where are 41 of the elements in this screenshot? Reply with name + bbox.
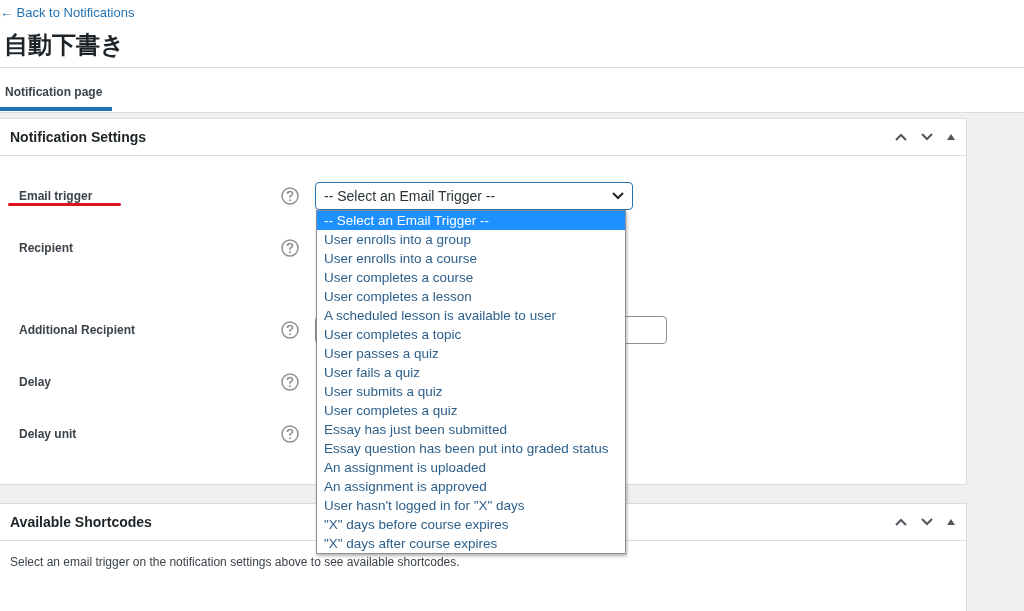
dropdown-option[interactable]: "X" days before course expires [317, 515, 625, 534]
dropdown-option[interactable]: Essay has just been submitted [317, 420, 625, 439]
dropdown-option[interactable]: User passes a quiz [317, 344, 625, 363]
help-icon[interactable] [281, 425, 299, 443]
back-link[interactable]: ← Back to Notifications [0, 0, 1024, 22]
dropdown-option[interactable]: User completes a quiz [317, 401, 625, 420]
dropdown-option[interactable]: User completes a topic [317, 325, 625, 344]
move-down-icon[interactable] [920, 132, 934, 142]
dropdown-option[interactable]: Essay question has been put into graded status [317, 439, 625, 458]
tab[interactable]: Notification page [0, 68, 113, 111]
chevron-down-icon[interactable] [612, 192, 624, 200]
move-up-icon[interactable] [894, 132, 908, 142]
select-field[interactable]: -- Select an Email Trigger -- [315, 182, 633, 210]
field-label: Recipient [19, 241, 73, 255]
help-icon[interactable] [281, 373, 299, 391]
dropdown-option[interactable]: User enrolls into a course [317, 249, 625, 268]
field-label: Additional Recipient [19, 323, 135, 337]
help-icon[interactable] [281, 239, 299, 257]
dropdown-option[interactable]: "X" days after course expires [317, 534, 625, 553]
dropdown-option[interactable]: A scheduled lesson is available to user [317, 306, 625, 325]
panel-title: Available Shortcodes [10, 514, 152, 530]
move-up-icon[interactable] [894, 517, 908, 527]
help-icon[interactable] [281, 321, 299, 339]
collapse-icon[interactable] [946, 133, 956, 141]
dropdown-option[interactable]: User completes a lesson [317, 287, 625, 306]
panel-title: Notification Settings [10, 129, 147, 145]
dropdown-option[interactable]: User fails a quiz [317, 363, 625, 382]
page-title: 自動下書き [4, 31, 126, 59]
dropdown-option[interactable]: User hasn't logged in for "X" days [317, 496, 625, 515]
field-label: Delay unit [19, 427, 77, 441]
help-icon[interactable] [281, 187, 299, 205]
dropdown-option[interactable]: User submits a quiz [317, 382, 625, 401]
dropdown-option[interactable]: User enrolls into a group [317, 230, 625, 249]
field-label: Delay [19, 375, 52, 389]
hint-text: Select an email trigger on the notification settings above to see available shortcodes. [10, 555, 461, 569]
dropdown-option[interactable]: An assignment is approved [317, 477, 625, 496]
dropdown-option[interactable]: User completes a course [317, 268, 625, 287]
collapse-icon[interactable] [946, 518, 956, 526]
field-label: Email trigger [19, 189, 93, 203]
dropdown-option[interactable]: An assignment is uploaded [317, 458, 625, 477]
move-down-icon[interactable] [920, 517, 934, 527]
